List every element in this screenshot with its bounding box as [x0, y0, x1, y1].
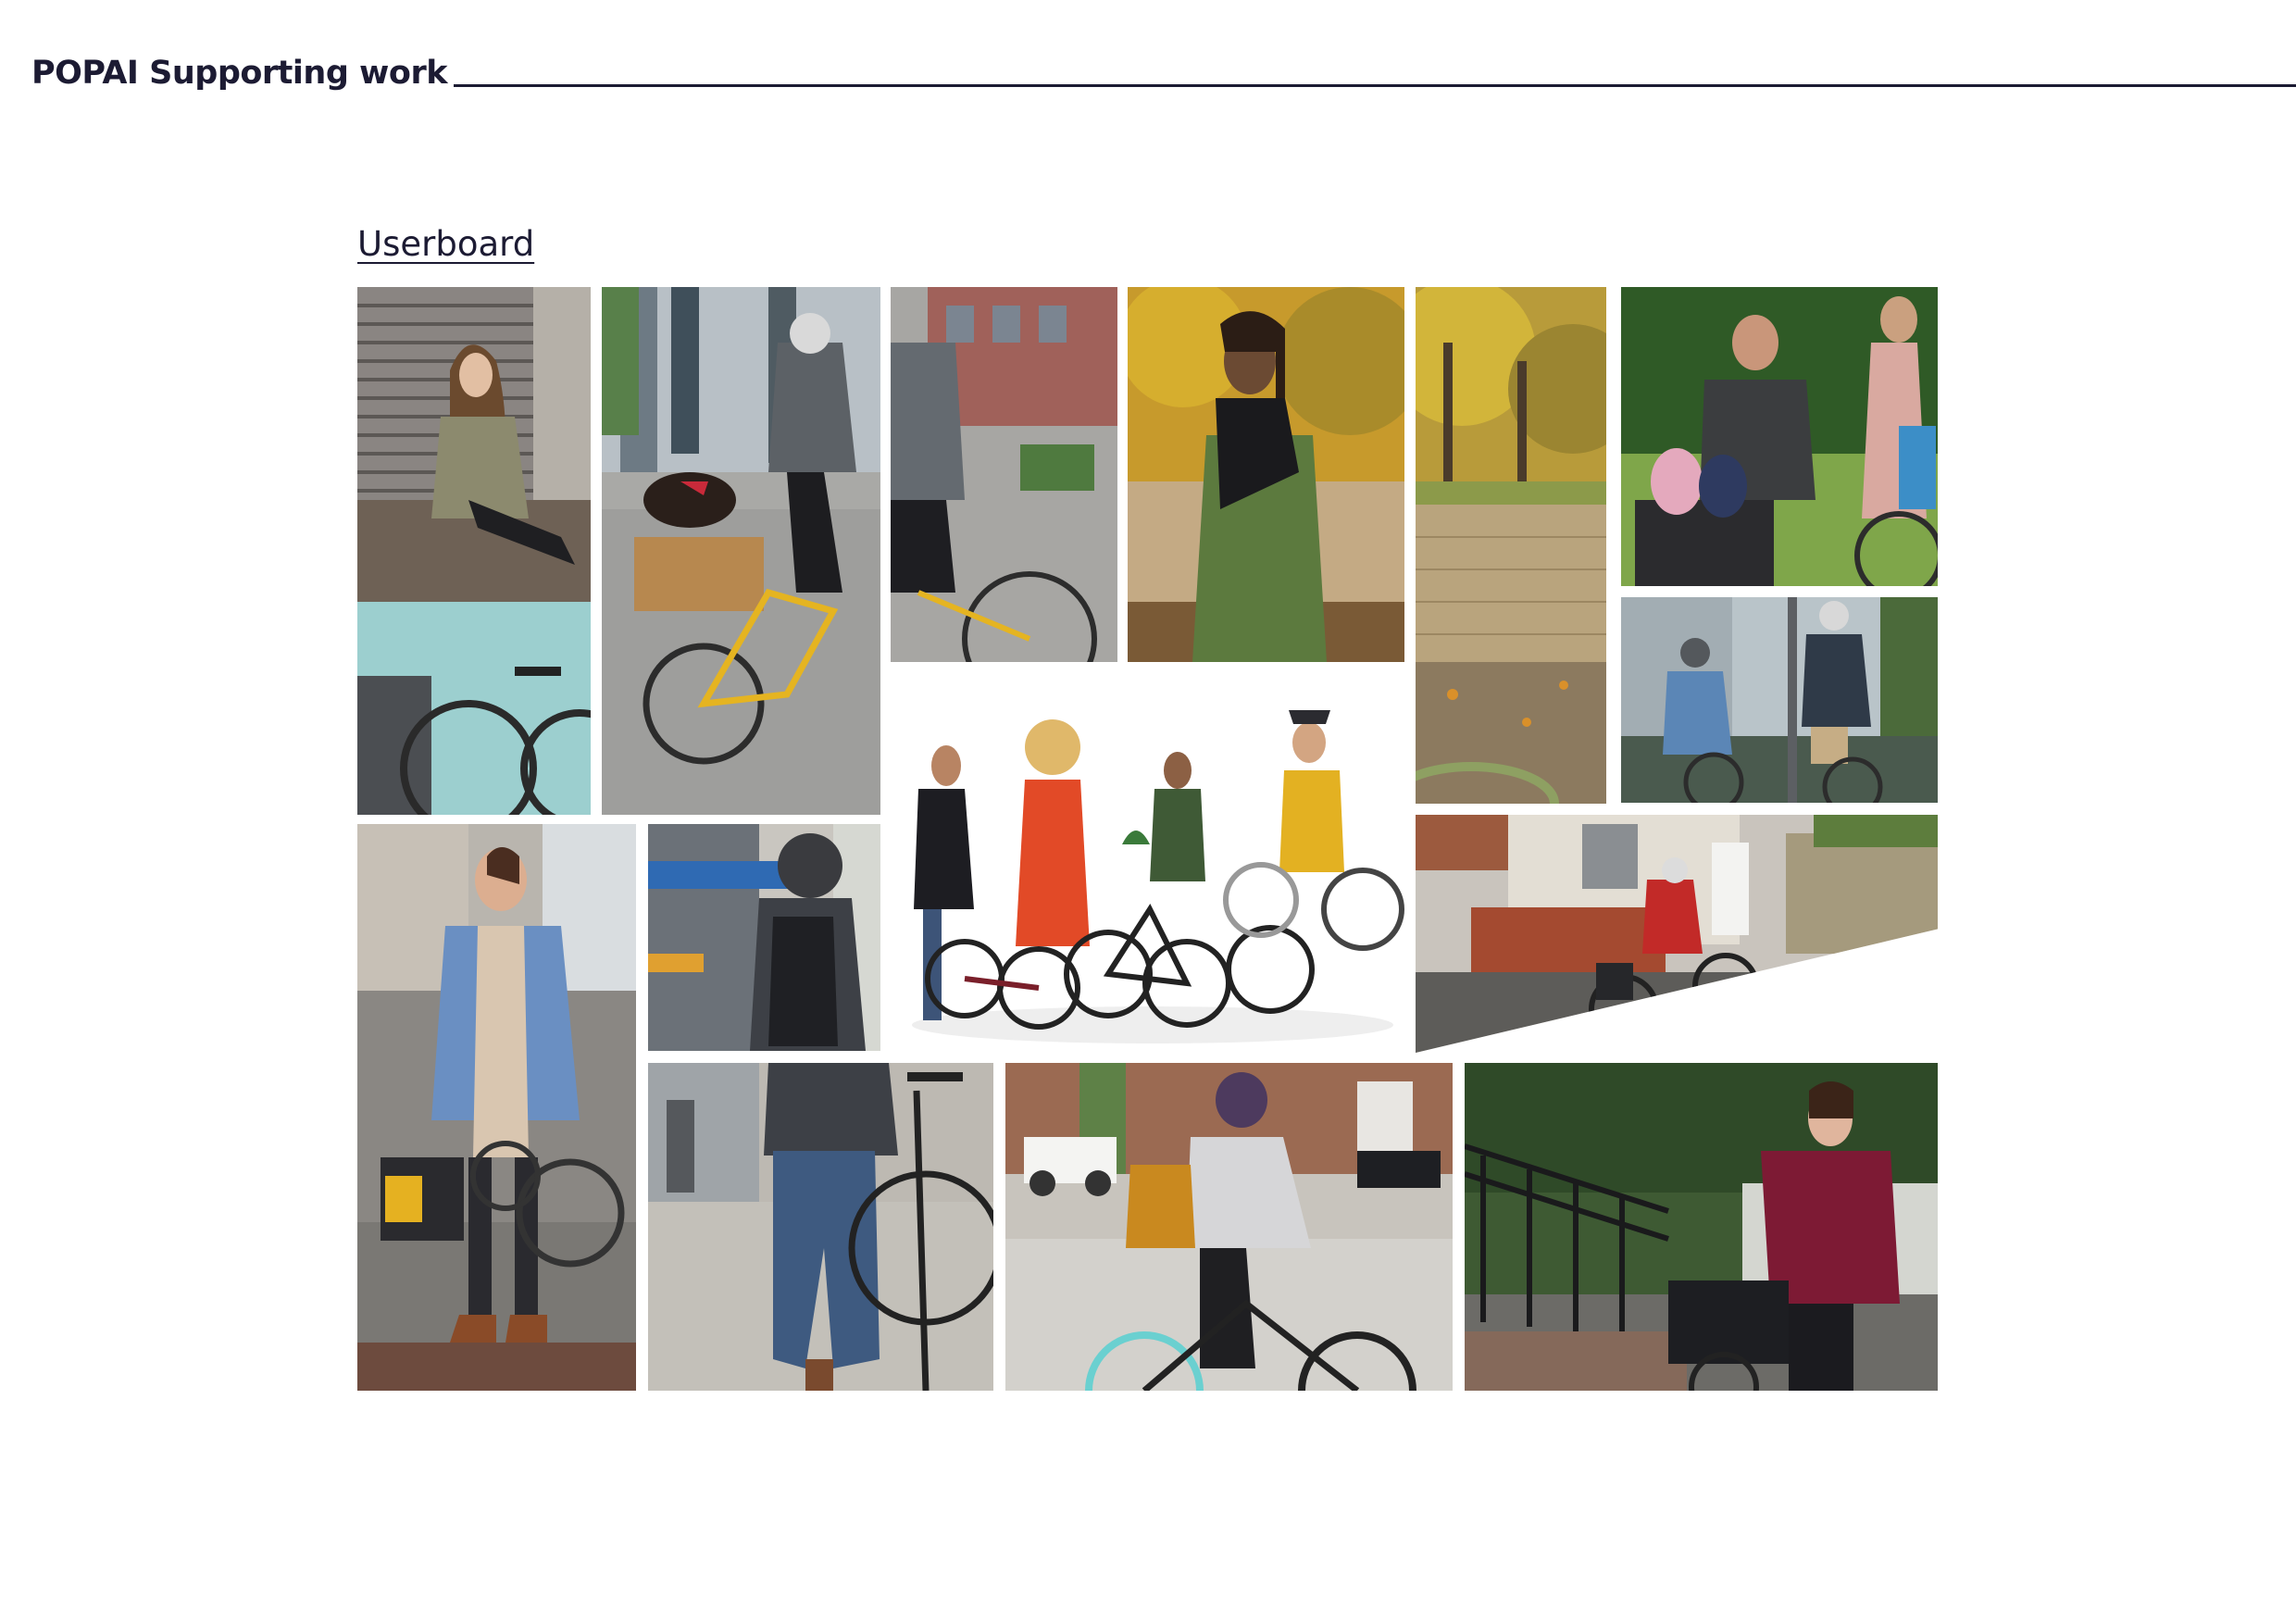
photo-family-cargo-bike: family-cargo-bike [1621, 287, 1938, 586]
photo-backpack-rider-street [648, 1063, 993, 1391]
section-title-userboard[interactable]: Userboard [357, 225, 534, 264]
photo-backpack-rider-station: backpack-rider-station [648, 824, 880, 1051]
header-divider [454, 84, 2296, 87]
photo-woman-riding-city: woman-riding-city [1005, 1063, 1453, 1391]
photo-woman-red-top-bike: woman-red-top-bike [1465, 1063, 1938, 1391]
photo-cargo-bike-dog: cargo-bike-dog [602, 287, 880, 815]
page-title: POPAI Supporting work [31, 55, 447, 92]
photo-woman-folding-bike: woman-folding-bike [357, 824, 636, 1391]
photo-autumn-park-wall: autumn-park-wall [1416, 287, 1606, 804]
photo-group-studio-bikes: group-studio-bikes [891, 668, 1416, 1048]
photo-couple-helmets-street: couple-helmets-street [1621, 597, 1938, 803]
photo-man-green-coat: man-green-coat [1128, 287, 1404, 662]
photo-woman-sitting-ledge: woman-sitting-ledge [357, 287, 591, 815]
photo-rider-terrace-street: rider-terrace-street [1416, 815, 1938, 1053]
photo-city-street-cyclist [891, 287, 1117, 662]
